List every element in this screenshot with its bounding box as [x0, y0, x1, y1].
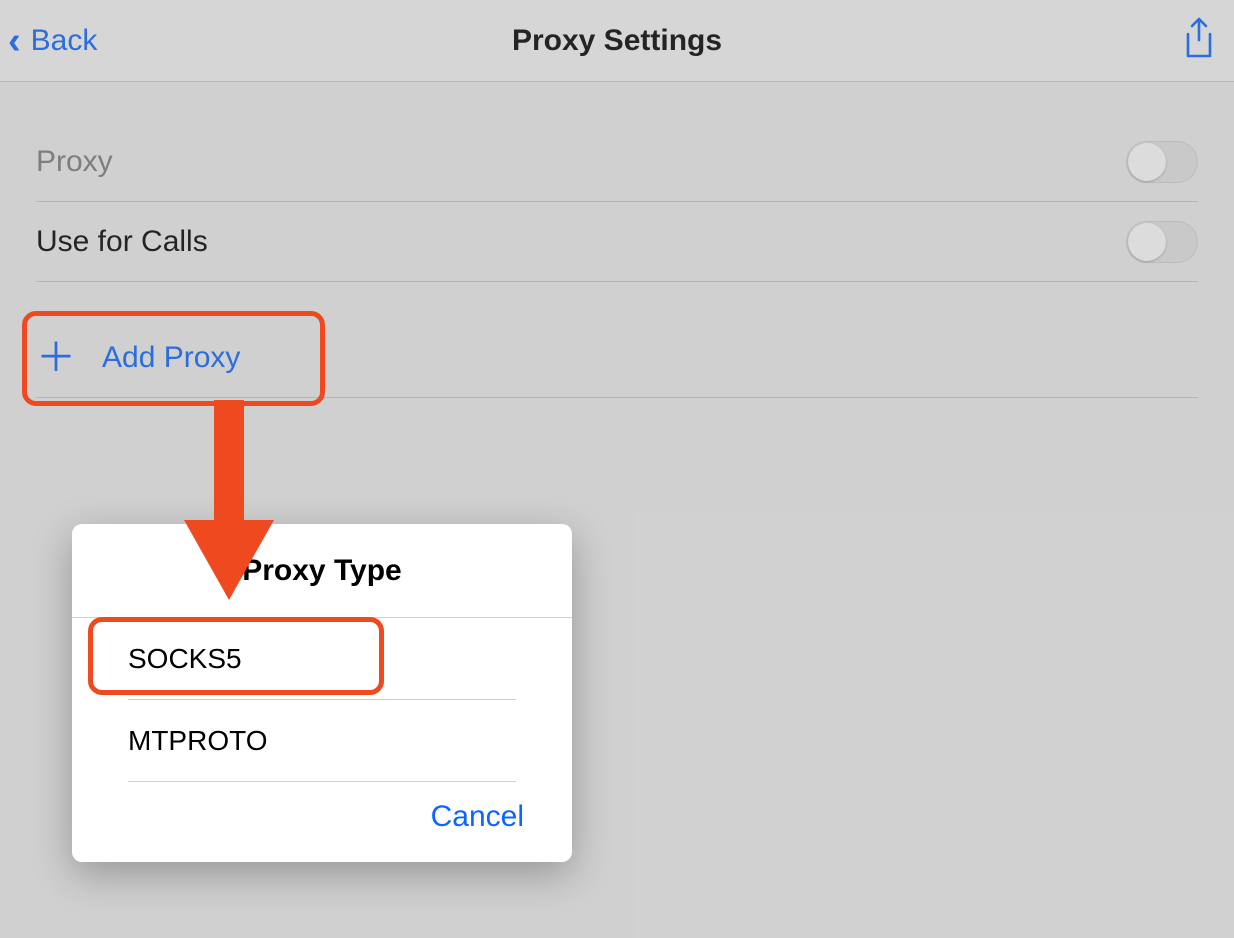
settings-list: Proxy Use for Calls ＋ Add Proxy [36, 122, 1198, 398]
page-title: Proxy Settings [512, 24, 722, 58]
proxy-type-dialog: Proxy Type SOCKS5 MTPROTO Cancel [72, 524, 572, 862]
dialog-footer: Cancel [72, 782, 572, 862]
row-use-for-calls: Use for Calls [36, 202, 1198, 282]
row-proxy: Proxy [36, 122, 1198, 202]
dialog-title: Proxy Type [72, 524, 572, 618]
proxy-type-option-socks5[interactable]: SOCKS5 [128, 618, 516, 700]
toggle-calls[interactable] [1126, 221, 1198, 263]
navbar: ‹ Back Proxy Settings [0, 0, 1234, 82]
proxy-type-option-mtproto[interactable]: MTPROTO [128, 700, 516, 782]
back-label: Back [31, 24, 98, 58]
add-proxy-label: Add Proxy [102, 341, 240, 375]
chevron-left-icon: ‹ [8, 22, 21, 60]
row-proxy-label: Proxy [36, 145, 113, 179]
share-button[interactable] [1180, 0, 1218, 81]
cancel-button[interactable]: Cancel [431, 800, 524, 834]
toggle-proxy[interactable] [1126, 141, 1198, 183]
row-calls-label: Use for Calls [36, 225, 208, 259]
row-add-proxy[interactable]: ＋ Add Proxy [36, 318, 1198, 398]
share-icon [1180, 16, 1218, 65]
back-button[interactable]: ‹ Back [8, 0, 97, 81]
